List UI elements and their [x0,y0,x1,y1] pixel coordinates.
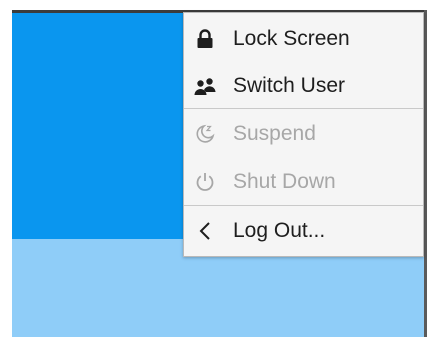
menu-item-suspend[interactable]: Suspend [184,111,423,157]
session-menu: Lock Screen Switch User Suspend Shut Dow… [183,12,424,257]
menu-separator [184,108,423,109]
menu-item-label: Log Out... [233,219,326,242]
menu-item-label: Lock Screen [233,27,350,50]
window-edge [424,10,427,337]
menu-item-switch-user[interactable]: Switch User [184,63,423,109]
menu-separator [184,205,423,206]
lock-icon [194,28,216,50]
menu-item-shut-down[interactable]: Shut Down [184,159,423,205]
menu-item-lock-screen[interactable]: Lock Screen [184,16,423,62]
users-icon [194,75,216,97]
menu-item-log-out[interactable]: Log Out... [184,208,423,254]
sleep-moon-icon [194,123,216,145]
menu-item-label: Switch User [233,74,346,97]
menu-item-label: Suspend [233,122,316,145]
power-icon [194,171,216,193]
chevron-left-icon [194,220,216,242]
screen: Lock Screen Switch User Suspend Shut Dow… [0,0,435,337]
menu-item-label: Shut Down [233,170,336,193]
